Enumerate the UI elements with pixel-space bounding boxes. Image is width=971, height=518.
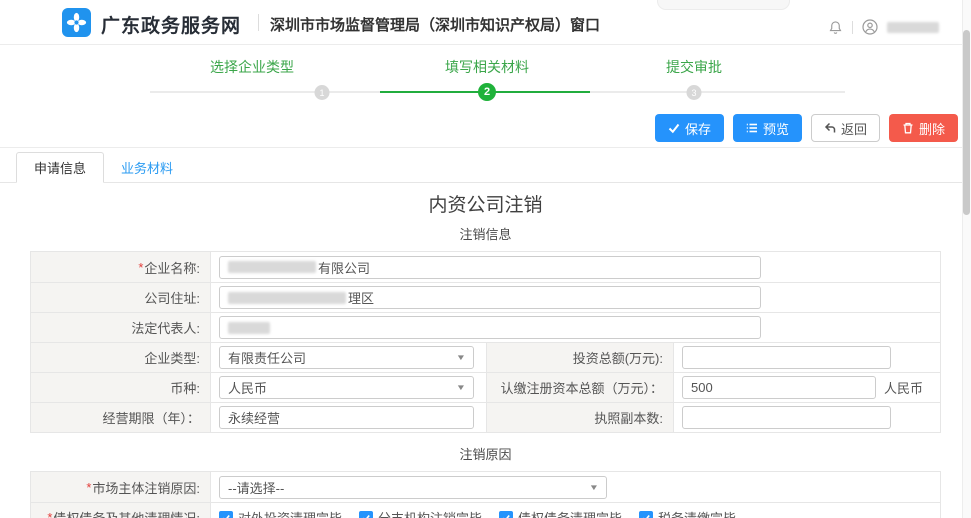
- scrollbar-thumb[interactable]: [963, 30, 970, 215]
- delete-label: 删除: [919, 119, 945, 138]
- preview-button[interactable]: 预览: [733, 114, 802, 142]
- company-type-select[interactable]: 有限责任公司 ▼: [219, 346, 474, 369]
- company-name-label: * 企业名称:: [31, 252, 211, 282]
- save-label: 保存: [685, 119, 711, 138]
- currency-select[interactable]: 人民币 ▼: [219, 376, 474, 399]
- step-3-dot: 3: [687, 85, 702, 100]
- preview-label: 预览: [763, 119, 789, 138]
- back-button[interactable]: 返回: [811, 114, 880, 142]
- step-3-label: 提交审批: [666, 57, 722, 77]
- checked-checkbox-icon: [499, 511, 513, 518]
- row-currency-capital: 币种: 人民币 ▼ 认缴注册资本总额（万元）： 人民币: [31, 372, 940, 402]
- capital-label: 认缴注册资本总额（万元）：: [486, 373, 674, 402]
- company-name-redacted: [228, 261, 316, 273]
- step-2-dot: 2: [478, 83, 496, 101]
- bell-icon[interactable]: [828, 20, 843, 35]
- tab-bar: 申请信息 业务材料: [16, 152, 190, 183]
- clearance-checkbox-group: 对外投资清理完毕 分支机构注销完毕 债权债务清理完毕: [219, 508, 736, 518]
- checkbox-debts-cleared[interactable]: 债权债务清理完毕: [499, 508, 622, 518]
- header-actions: [828, 19, 939, 35]
- user-name-redacted: [887, 22, 939, 33]
- required-asterisk: *: [47, 510, 52, 518]
- row-cancel-reason: * 市场主体注销原因: --请选择-- ▼: [31, 472, 940, 502]
- reason-table: * 市场主体注销原因: --请选择-- ▼ * 债权债务及其他清理情况:: [30, 471, 941, 518]
- step-2-label: 填写相关材料: [445, 57, 529, 77]
- required-asterisk: *: [138, 260, 143, 275]
- legal-rep-label: 法定代表人:: [31, 313, 211, 342]
- section-title-reason: 注销原因: [0, 444, 971, 463]
- window-title: 深圳市市场监督管理局（深圳市知识产权局）窗口: [270, 14, 600, 35]
- header-vline: [852, 21, 853, 34]
- back-label: 返回: [841, 119, 867, 138]
- tab-application-info[interactable]: 申请信息: [16, 152, 104, 183]
- gov-logo-icon: [62, 8, 91, 37]
- term-input[interactable]: [219, 406, 474, 429]
- capital-input[interactable]: [682, 376, 876, 399]
- cancel-reason-select[interactable]: --请选择-- ▼: [219, 476, 607, 499]
- row-type-investment: 企业类型: 有限责任公司 ▼ 投资总额(万元):: [31, 342, 940, 372]
- save-button[interactable]: 保存: [655, 114, 724, 142]
- currency-label: 币种:: [31, 373, 211, 402]
- form-content: 内资公司注销 注销信息 * 企业名称: 有限公司 公司住址:: [0, 183, 971, 518]
- checked-checkbox-icon: [359, 511, 373, 518]
- checked-checkbox-icon: [219, 511, 233, 518]
- investment-label: 投资总额(万元):: [486, 343, 674, 372]
- toolbar: 保存 预览 返回 删除: [655, 114, 958, 142]
- page: 广东政务服务网 深圳市市场监督管理局（深圳市知识产权局）窗口 选择企业类型 填写…: [0, 0, 971, 518]
- undo-arrow-icon: [824, 122, 836, 134]
- caret-down-icon: ▼: [456, 353, 466, 362]
- capital-suffix: 人民币: [884, 378, 923, 397]
- row-company-address: 公司住址: 理区: [31, 282, 940, 312]
- pinwheel-flower-icon: [66, 12, 87, 33]
- top-overlay-box: [657, 0, 790, 10]
- license-copies-input[interactable]: [682, 406, 891, 429]
- step-indicator: 选择企业类型 填写相关材料 提交审批 1 2 3: [0, 46, 971, 106]
- license-copies-label: 执照副本数:: [486, 403, 674, 432]
- checkbox-branches-deregistered[interactable]: 分支机构注销完毕: [359, 508, 482, 518]
- brand-title: 广东政务服务网: [101, 11, 241, 38]
- row-term-license: 经营期限（年）： 执照副本数:: [31, 402, 940, 432]
- toolbar-divider: [0, 147, 971, 148]
- row-legal-rep: 法定代表人:: [31, 312, 940, 342]
- user-avatar-icon[interactable]: [862, 19, 878, 35]
- company-address-input[interactable]: 理区: [219, 286, 761, 309]
- company-name-input[interactable]: 有限公司: [219, 256, 761, 279]
- caret-down-icon: ▼: [589, 483, 599, 492]
- legal-rep-redacted: [228, 322, 270, 334]
- checkbox-investment-cleared[interactable]: 对外投资清理完毕: [219, 508, 342, 518]
- row-clearance: * 债权债务及其他清理情况: 对外投资清理完毕: [31, 502, 940, 518]
- term-label: 经营期限（年）：: [31, 403, 211, 432]
- info-table: * 企业名称: 有限公司 公司住址: 理区: [30, 251, 941, 433]
- step-1-dot: 1: [315, 85, 330, 100]
- company-address-redacted: [228, 292, 346, 304]
- header-divider: [258, 14, 259, 31]
- checked-checkbox-icon: [639, 511, 653, 518]
- step-1-label: 选择企业类型: [210, 57, 294, 77]
- row-company-name: * 企业名称: 有限公司: [31, 252, 940, 282]
- investment-input[interactable]: [682, 346, 891, 369]
- check-icon: [668, 122, 680, 134]
- tab-business-materials[interactable]: 业务材料: [104, 152, 190, 183]
- list-icon: [746, 122, 758, 134]
- required-asterisk: *: [86, 480, 91, 495]
- checkbox-taxes-paid[interactable]: 税务清缴完毕: [639, 508, 736, 518]
- page-title: 内资公司注销: [0, 190, 971, 217]
- clearance-label: * 债权债务及其他清理情况:: [31, 503, 211, 518]
- section-title-info: 注销信息: [0, 224, 971, 243]
- company-type-label: 企业类型:: [31, 343, 211, 372]
- trash-icon: [902, 122, 914, 134]
- scrollbar-track[interactable]: [962, 0, 971, 518]
- caret-down-icon: ▼: [456, 383, 466, 392]
- cancel-reason-label: * 市场主体注销原因:: [31, 472, 211, 502]
- company-address-label: 公司住址:: [31, 283, 211, 312]
- app-header: 广东政务服务网 深圳市市场监督管理局（深圳市知识产权局）窗口: [0, 0, 971, 45]
- delete-button[interactable]: 删除: [889, 114, 958, 142]
- legal-rep-input[interactable]: [219, 316, 761, 339]
